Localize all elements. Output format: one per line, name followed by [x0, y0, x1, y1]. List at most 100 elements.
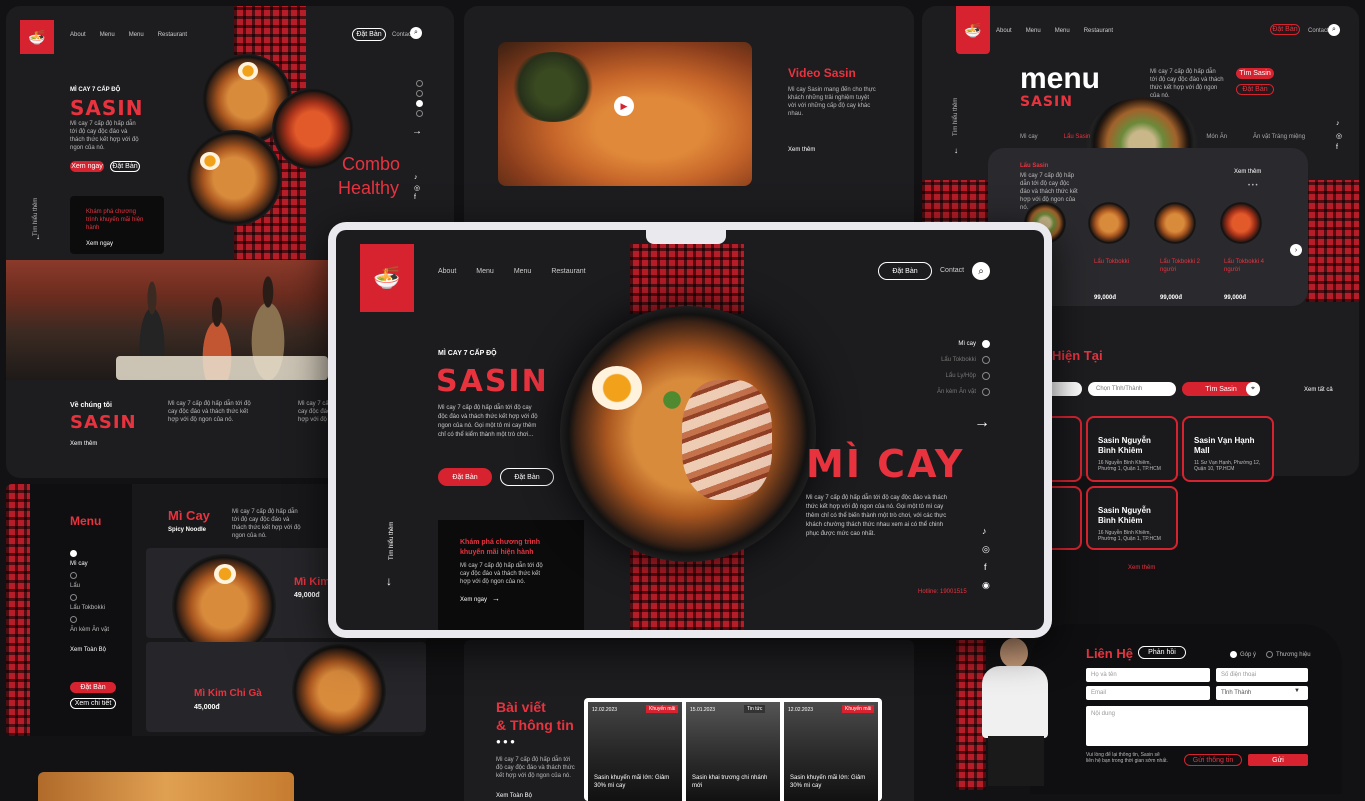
- menu-option[interactable]: Lẩu: [70, 582, 80, 590]
- search-icon[interactable]: ⌕: [1328, 24, 1340, 36]
- nav-about[interactable]: About: [438, 268, 456, 275]
- instagram-icon[interactable]: ◎: [982, 544, 990, 555]
- nav-item[interactable]: About: [70, 32, 86, 38]
- facebook-icon[interactable]: f: [1336, 144, 1338, 151]
- chevron-down-icon[interactable]: ▼: [1294, 688, 1300, 694]
- tab[interactable]: Mì cay: [1020, 134, 1038, 140]
- logo[interactable]: 🍜: [20, 20, 54, 54]
- blog-link[interactable]: Xem Toàn Bộ: [496, 792, 532, 800]
- radio-option-selected[interactable]: [1230, 651, 1237, 658]
- next-arrow-icon[interactable]: ›: [1290, 244, 1302, 256]
- radio-option[interactable]: [982, 372, 990, 380]
- nav-item[interactable]: Menu: [100, 32, 115, 38]
- name-input[interactable]: Họ và tên: [1086, 668, 1210, 682]
- radio-option[interactable]: [416, 90, 423, 97]
- location-card[interactable]: Sasin Vạn Hạnh Mall 11 Sư Vạn Hạnh, Phườ…: [1182, 416, 1274, 482]
- facebook-icon[interactable]: f: [414, 194, 416, 201]
- facebook-icon[interactable]: f: [984, 562, 987, 572]
- see-all-link[interactable]: Xem tất cả: [1304, 386, 1333, 394]
- menu-option[interactable]: Lẩu Tokbokki: [70, 604, 105, 612]
- view-more-link[interactable]: Xem thêm: [1128, 564, 1155, 572]
- logo[interactable]: 🍜: [956, 6, 990, 54]
- blog-card[interactable]: 12.02.2023 Khuyến mãi Sasin khuyến mãi l…: [784, 702, 878, 801]
- radio-option[interactable]: [982, 356, 990, 364]
- hotline[interactable]: Hotline: 19001515: [918, 588, 967, 596]
- radio-option-selected[interactable]: [416, 100, 423, 107]
- message-textarea[interactable]: Nội dung: [1086, 706, 1308, 746]
- nav-menu[interactable]: Menu: [476, 268, 494, 275]
- view-button[interactable]: Xem ngay: [70, 161, 104, 172]
- province-select[interactable]: Chọn Tỉnh/Thành: [1088, 382, 1176, 396]
- arrow-right-icon[interactable]: →: [492, 594, 500, 603]
- search-icon[interactable]: ⌕: [972, 262, 990, 280]
- option-label[interactable]: Ăn kèm Ăn vặt: [922, 388, 976, 396]
- tab-active[interactable]: Lẩu Sasin: [1064, 134, 1091, 140]
- nav-item[interactable]: Menu: [1055, 28, 1070, 34]
- nav-item[interactable]: Restaurant: [158, 32, 187, 38]
- book-button-secondary[interactable]: Đặt Bàn: [110, 161, 140, 172]
- nav-item[interactable]: Menu: [1026, 28, 1041, 34]
- option-label[interactable]: Lẩu Tokbokki: [932, 356, 976, 364]
- promo-link[interactable]: Xem ngay: [460, 596, 487, 604]
- about-link[interactable]: Xem thêm: [70, 440, 97, 448]
- radio-option[interactable]: [416, 110, 423, 117]
- hero-book-button-outline[interactable]: Đặt Bàn: [500, 468, 554, 486]
- nav-item[interactable]: About: [996, 28, 1012, 34]
- pager-dots[interactable]: ● ● ●: [496, 738, 515, 746]
- radio-option-selected[interactable]: [70, 550, 77, 557]
- book-button[interactable]: Đặt Bàn: [352, 28, 386, 41]
- detail-button[interactable]: Xem chi tiết: [70, 698, 116, 709]
- menu-option[interactable]: Mì cay: [70, 560, 88, 568]
- feedback-chip[interactable]: Phản hồi: [1138, 646, 1186, 659]
- arrow-down-icon[interactable]: ↓: [386, 574, 392, 588]
- radio-option-selected[interactable]: [982, 340, 990, 348]
- hero-book-button[interactable]: Đặt Bàn: [438, 468, 492, 486]
- instagram-icon[interactable]: ◎: [1336, 132, 1342, 140]
- option-label[interactable]: Mì cay: [946, 340, 976, 348]
- send-info-button[interactable]: Gửi thông tin: [1184, 754, 1242, 766]
- tiktok-icon[interactable]: ♪: [1336, 120, 1340, 127]
- arrow-down-icon[interactable]: ↓: [954, 146, 958, 155]
- arrow-right-icon[interactable]: →: [412, 126, 422, 137]
- logo[interactable]: 🍜: [360, 244, 414, 312]
- blog-card[interactable]: 12.02.2023 Khuyến mãi Sasin khuyến mãi l…: [588, 702, 682, 801]
- contact-link[interactable]: Contact: [940, 267, 964, 275]
- book-button[interactable]: Đặt Bàn: [1270, 24, 1300, 35]
- nav-menu-2[interactable]: Menu: [514, 268, 532, 275]
- radio-option[interactable]: [416, 80, 423, 87]
- play-icon[interactable]: ▶: [614, 96, 634, 116]
- book-button[interactable]: Đặt Bàn: [1236, 84, 1274, 95]
- location-pin-icon[interactable]: ⌖: [1246, 382, 1260, 396]
- tiktok-icon[interactable]: ♪: [982, 526, 987, 536]
- search-icon[interactable]: ⌕: [410, 27, 422, 39]
- menu-option[interactable]: Ăn kèm Ăn vặt: [70, 626, 109, 634]
- featured-link[interactable]: Xem thêm: [1234, 168, 1261, 176]
- location-card[interactable]: Sasin Nguyễn Bình Khiêm 16 Nguyễn Bình K…: [1086, 416, 1178, 482]
- messenger-icon[interactable]: ◉: [982, 580, 990, 591]
- arrow-right-icon[interactable]: →: [974, 414, 990, 432]
- tiktok-icon[interactable]: ♪: [414, 174, 418, 181]
- location-card[interactable]: Sasin Nguyễn Bình Khiêm 16 Nguyễn Bình K…: [1086, 486, 1178, 550]
- instagram-icon[interactable]: ◎: [414, 184, 420, 192]
- option-label[interactable]: Lẩu Ly/Hộp: [932, 372, 976, 380]
- video-link[interactable]: Xem thêm: [788, 146, 815, 154]
- promo-link[interactable]: Xem ngay: [86, 240, 113, 248]
- email-input[interactable]: Email: [1086, 686, 1210, 700]
- tab[interactable]: Món Ăn: [1206, 134, 1227, 140]
- nav-restaurant[interactable]: Restaurant: [551, 268, 585, 275]
- radio-option[interactable]: [1266, 651, 1273, 658]
- radio-option[interactable]: [70, 572, 77, 579]
- find-button[interactable]: Tìm Sasin: [1236, 68, 1274, 79]
- see-all-link[interactable]: Xem Toàn Bộ: [70, 646, 106, 654]
- radio-option[interactable]: [70, 616, 77, 623]
- book-button[interactable]: Đặt Bàn: [70, 682, 116, 693]
- arrow-down-icon[interactable]: ↓: [36, 232, 40, 241]
- nav-item[interactable]: Restaurant: [1084, 28, 1113, 34]
- promo-card[interactable]: Khám phá chương trình khuyến mãi hiện hà…: [70, 196, 164, 254]
- submit-button[interactable]: Gửi: [1248, 754, 1308, 766]
- blog-card[interactable]: 15.01.2023 Tin tức Sasin khai trương chi…: [686, 702, 780, 801]
- tab[interactable]: Ăn vặt Tráng miệng: [1253, 134, 1305, 140]
- nav-item[interactable]: Menu: [129, 32, 144, 38]
- phone-input[interactable]: Số điện thoại: [1216, 668, 1308, 682]
- promo-card[interactable]: Khám phá chương trình khuyến mãi hiện hà…: [438, 520, 584, 630]
